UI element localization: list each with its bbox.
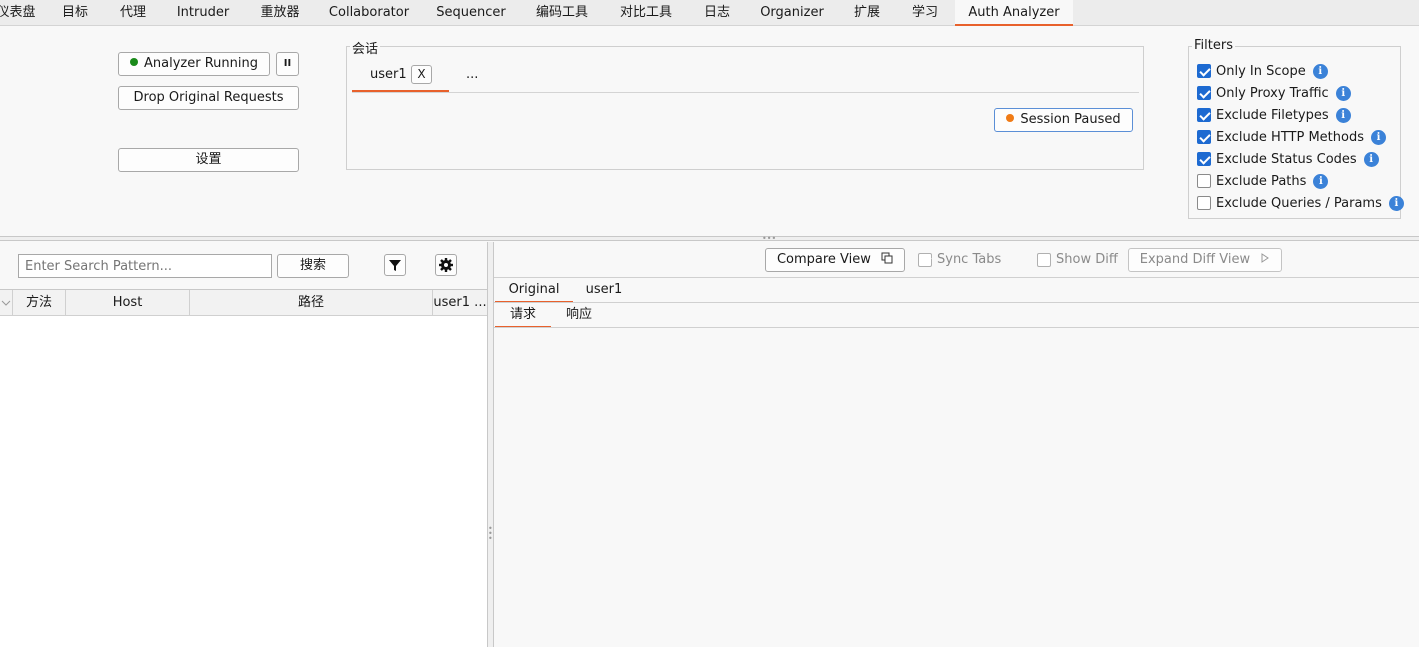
chevron-down-icon <box>1 300 11 306</box>
pause-button[interactable]: II <box>276 52 299 76</box>
filter-checkbox[interactable] <box>1197 108 1211 122</box>
column-header-user1[interactable]: user1 ... <box>433 290 487 316</box>
filter-checkbox[interactable] <box>1197 174 1211 188</box>
filter-label: Exclude Queries / Params <box>1216 195 1382 211</box>
tab-proxy[interactable]: 代理 <box>108 0 158 26</box>
tab-dashboard[interactable]: 仪表盘 <box>0 0 40 26</box>
subtab-response[interactable]: 响应 <box>551 303 607 328</box>
filter-label: Exclude Filetypes <box>1216 107 1329 123</box>
close-session-tab-button[interactable]: X <box>411 65 432 84</box>
tab-intruder[interactable]: Intruder <box>166 0 240 26</box>
show-diff-checkbox[interactable]: Show Diff <box>1037 252 1118 267</box>
tab-logger[interactable]: 日志 <box>692 0 742 26</box>
tab-learn[interactable]: 学习 <box>900 0 950 26</box>
vertical-grip-icon: • • • <box>488 524 493 543</box>
tab-decoder[interactable]: 编码工具 <box>524 0 600 26</box>
tab-extensions[interactable]: 扩展 <box>842 0 892 26</box>
info-icon[interactable]: i <box>1363 151 1379 167</box>
analyzer-running-label: Analyzer Running <box>144 56 258 71</box>
tab-target[interactable]: 目标 <box>50 0 100 26</box>
info-icon[interactable]: i <box>1371 129 1386 145</box>
filter-label: Only In Scope <box>1216 63 1306 79</box>
horizontal-splitter[interactable] <box>0 236 1419 241</box>
windows-icon <box>881 252 893 264</box>
filter-row[interactable]: Exclude Status Codes i <box>1197 150 1379 168</box>
filter-row[interactable]: Exclude Paths i <box>1197 172 1329 190</box>
paused-status-dot <box>1006 114 1015 122</box>
column-header-path[interactable]: 路径 <box>190 290 433 316</box>
viewer-tab-user1[interactable]: user1 <box>573 278 635 303</box>
filter-checkbox[interactable] <box>1197 130 1211 144</box>
table-settings-button[interactable] <box>435 254 457 276</box>
session-tab-user1[interactable]: user1 X <box>352 62 449 92</box>
filter-checkbox[interactable] <box>1197 86 1211 100</box>
filter-button[interactable] <box>384 254 406 276</box>
session-legend: 会话 <box>350 38 381 57</box>
filter-row[interactable]: Exclude HTTP Methods i <box>1197 128 1386 146</box>
filter-row[interactable]: Exclude Filetypes i <box>1197 106 1351 124</box>
filter-checkbox[interactable] <box>1197 152 1211 166</box>
drop-original-requests-button[interactable]: Drop Original Requests <box>118 86 299 110</box>
column-header-method[interactable]: 方法 <box>13 290 66 316</box>
filter-label: Exclude Status Codes <box>1216 151 1357 167</box>
filter-label: Exclude HTTP Methods <box>1216 129 1364 145</box>
info-icon[interactable]: i <box>1335 85 1351 101</box>
gear-icon <box>439 258 453 272</box>
play-arrow-icon <box>1261 253 1270 263</box>
filter-row[interactable]: Only In Scope i <box>1197 62 1328 80</box>
add-session-tab[interactable]: ... <box>466 67 478 82</box>
vertical-splitter[interactable] <box>487 242 494 647</box>
column-header-host[interactable]: Host <box>66 290 190 316</box>
analyzer-running-button[interactable]: Analyzer Running <box>118 52 270 76</box>
table-expand-column[interactable] <box>0 290 13 316</box>
compare-view-button[interactable]: Compare View <box>765 248 905 272</box>
filter-label: Only Proxy Traffic <box>1216 85 1329 101</box>
tab-auth-analyzer[interactable]: Auth Analyzer <box>955 0 1073 26</box>
tab-collaborator[interactable]: Collaborator <box>320 0 418 26</box>
viewer-tab-divider <box>494 302 1419 303</box>
splitter-grip-icon: ••• <box>762 234 777 243</box>
top-tab-bar: 仪表盘 目标 代理 Intruder 重放器 Collaborator Sequ… <box>0 0 1419 26</box>
session-paused-label: Session Paused <box>1020 112 1121 127</box>
tab-comparer[interactable]: 对比工具 <box>608 0 684 26</box>
filter-row[interactable]: Exclude Queries / Params i <box>1197 194 1404 212</box>
compare-view-label: Compare View <box>776 252 871 267</box>
search-button[interactable]: 搜索 <box>277 254 349 278</box>
info-icon[interactable]: i <box>1388 195 1404 211</box>
expand-diff-view-button[interactable]: Expand Diff View <box>1128 248 1282 272</box>
funnel-icon <box>389 260 401 271</box>
filter-checkbox[interactable] <box>1197 64 1211 78</box>
message-editor[interactable] <box>494 328 1419 647</box>
tab-repeater[interactable]: 重放器 <box>248 0 312 26</box>
expand-diff-label: Expand Diff View <box>1139 252 1251 267</box>
info-icon[interactable]: i <box>1313 173 1329 189</box>
sync-tabs-label: Sync Tabs <box>937 252 1002 267</box>
filter-checkbox[interactable] <box>1197 196 1211 210</box>
settings-button[interactable]: 设置 <box>118 148 299 172</box>
filters-legend: Filters <box>1192 38 1235 53</box>
subtab-request[interactable]: 请求 <box>495 303 551 328</box>
session-paused-button[interactable]: Session Paused <box>994 108 1133 132</box>
sync-tabs-check <box>918 252 932 267</box>
search-input[interactable] <box>18 254 272 278</box>
filter-label: Exclude Paths <box>1216 173 1307 189</box>
show-diff-check <box>1037 252 1051 267</box>
session-tab-divider <box>352 92 1139 93</box>
filter-row[interactable]: Only Proxy Traffic i <box>1197 84 1351 102</box>
tab-organizer[interactable]: Organizer <box>750 0 834 26</box>
info-icon[interactable]: i <box>1335 107 1351 123</box>
viewer-tab-original[interactable]: Original <box>495 278 573 303</box>
session-tab-label: user1 <box>370 67 407 82</box>
info-icon[interactable]: i <box>1312 63 1328 79</box>
sync-tabs-checkbox[interactable]: Sync Tabs <box>918 252 1001 267</box>
tab-sequencer[interactable]: Sequencer <box>428 0 514 26</box>
running-status-dot <box>130 58 138 66</box>
show-diff-label: Show Diff <box>1056 252 1118 267</box>
request-table <box>0 289 487 647</box>
